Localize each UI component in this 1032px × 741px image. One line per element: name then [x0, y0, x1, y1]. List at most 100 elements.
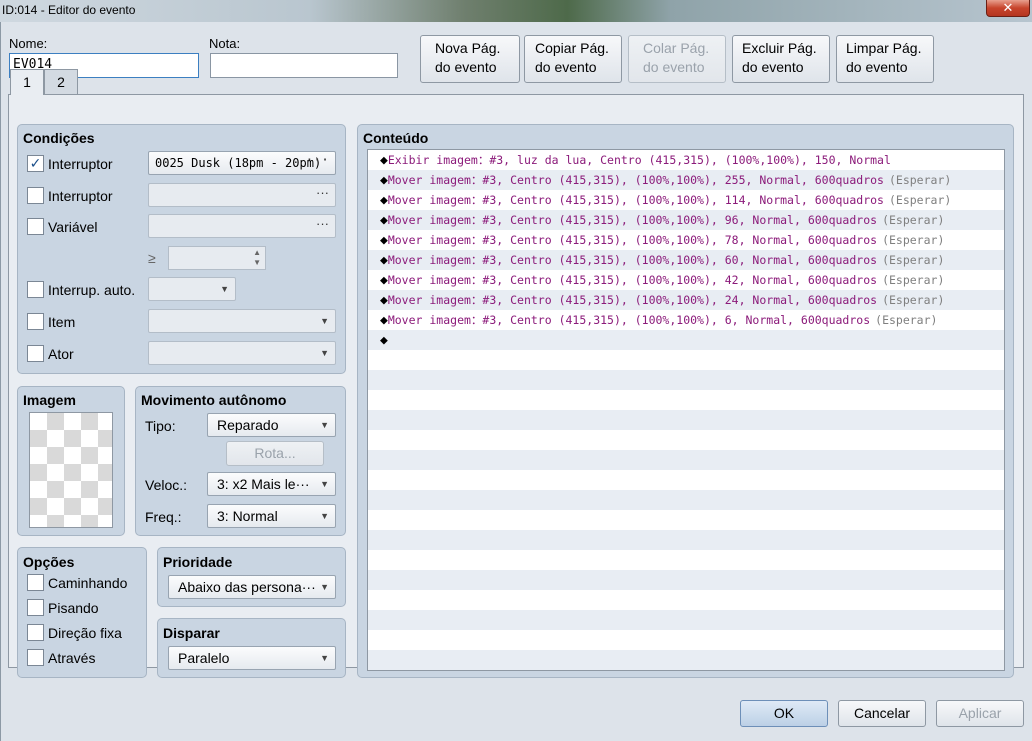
empty-row[interactable]: [368, 570, 1004, 590]
trigger-select[interactable]: Paralelo ▼: [168, 646, 336, 670]
event-command-list[interactable]: ◆Exibir imagem：#3, luz da lua, Centro (4…: [367, 149, 1005, 671]
empty-row[interactable]: [368, 510, 1004, 530]
command-bullet-icon: ◆: [380, 253, 388, 268]
command-bullet-icon: ◆: [380, 313, 388, 328]
priority-title: Prioridade: [163, 554, 233, 570]
tab-page-1[interactable]: 1: [10, 69, 44, 95]
clear-page-button[interactable]: Limpar Pág. do evento: [836, 35, 934, 83]
spin-down-icon[interactable]: ▼: [253, 258, 261, 267]
command-wait-flag: (Esperar): [875, 313, 938, 327]
through-checkbox[interactable]: [27, 649, 44, 666]
stepping-checkbox[interactable]: [27, 599, 44, 616]
command-row[interactable]: ◆Exibir imagem：#3, luz da lua, Centro (4…: [368, 150, 1004, 170]
empty-row[interactable]: [368, 550, 1004, 570]
close-button[interactable]: ✕: [986, 0, 1030, 17]
ok-button[interactable]: OK: [740, 700, 828, 727]
image-title: Imagem: [23, 392, 76, 408]
command-bullet-icon: ◆: [380, 293, 388, 308]
move-speed-label: Veloc.:: [145, 477, 188, 493]
route-button[interactable]: Rota...: [226, 441, 324, 466]
trigger-title: Disparar: [163, 625, 220, 641]
chevron-down-icon: ▼: [320, 348, 329, 358]
move-frequency-label: Freq.:: [145, 509, 182, 525]
command-wait-flag: (Esperar): [882, 293, 945, 307]
command-row[interactable]: ◆Mover imagem：#3, Centro (415,315), (100…: [368, 250, 1004, 270]
options-title: Opções: [23, 554, 75, 570]
empty-row[interactable]: [368, 530, 1004, 550]
empty-row[interactable]: [368, 630, 1004, 650]
command-row[interactable]: ◆Mover imagem：#3, Centro (415,315), (100…: [368, 210, 1004, 230]
empty-row[interactable]: [368, 590, 1004, 610]
tab-page-2[interactable]: 2: [44, 69, 78, 94]
copy-page-button[interactable]: Copiar Pág. do evento: [524, 35, 622, 83]
switch1-checkbox[interactable]: ✓: [27, 155, 44, 172]
command-row[interactable]: ◆Mover imagem：#3, Centro (415,315), (100…: [368, 270, 1004, 290]
cancel-button[interactable]: Cancelar: [838, 700, 926, 727]
direction-fix-checkbox[interactable]: [27, 624, 44, 641]
self-switch-select[interactable]: ▼: [148, 277, 236, 301]
move-type-label: Tipo:: [145, 418, 176, 434]
chevron-down-icon: ▼: [220, 284, 229, 294]
empty-row[interactable]: [368, 610, 1004, 630]
command-text: Mover imagem：#3, Centro (415,315), (100%…: [387, 253, 878, 267]
item-checkbox[interactable]: [27, 313, 44, 330]
chevron-down-icon: ▼: [320, 420, 329, 430]
variable-select[interactable]: ···: [148, 214, 336, 238]
paste-page-button[interactable]: Colar Pág. do evento: [628, 35, 726, 83]
variable-label: Variável: [48, 219, 98, 235]
command-row[interactable]: ◆Mover imagem：#3, Centro (415,315), (100…: [368, 170, 1004, 190]
self-switch-checkbox[interactable]: [27, 281, 44, 298]
new-page-button[interactable]: Nova Pág. do evento: [420, 35, 520, 83]
command-wait-flag: (Esperar): [888, 173, 952, 187]
delete-page-button[interactable]: Excluir Pág. do evento: [732, 35, 830, 83]
walking-checkbox[interactable]: [27, 574, 44, 591]
command-row[interactable]: ◆Mover imagem：#3, Centro (415,315), (100…: [368, 290, 1004, 310]
note-input[interactable]: [210, 53, 398, 78]
ellipsis-icon: ···: [316, 185, 329, 200]
command-text: Exibir imagem：#3, luz da lua, Centro (41…: [387, 153, 891, 167]
empty-row[interactable]: [368, 390, 1004, 410]
chevron-down-icon: ▼: [320, 479, 329, 489]
switch2-select[interactable]: ···: [148, 183, 336, 207]
command-wait-flag: (Esperar): [882, 233, 945, 247]
command-row[interactable]: ◆: [368, 330, 1004, 350]
variable-value-spinner[interactable]: ▲ ▼: [168, 246, 266, 270]
event-graphic-preview[interactable]: [29, 412, 113, 528]
empty-row[interactable]: [368, 430, 1004, 450]
actor-select[interactable]: ▼: [148, 341, 336, 365]
command-text: Mover imagem：#3, Centro (415,315), (100%…: [387, 233, 878, 247]
command-row[interactable]: ◆Mover imagem：#3, Centro (415,315), (100…: [368, 190, 1004, 210]
priority-select[interactable]: Abaixo das persona··· ▼: [168, 575, 336, 599]
empty-row[interactable]: [368, 650, 1004, 670]
switch2-label: Interruptor: [48, 188, 113, 204]
switch1-label: Interruptor: [48, 156, 113, 172]
switch1-select[interactable]: 0025 Dusk (18pm - 20pm) ···: [148, 151, 336, 175]
actor-checkbox[interactable]: [27, 345, 44, 362]
apply-button[interactable]: Aplicar: [936, 700, 1024, 727]
command-row[interactable]: ◆Mover imagem：#3, Centro (415,315), (100…: [368, 230, 1004, 250]
command-text: Mover imagem：#3, Centro (415,315), (100%…: [387, 213, 878, 227]
empty-row[interactable]: [368, 450, 1004, 470]
command-row[interactable]: ◆Mover imagem：#3, Centro (415,315), (100…: [368, 310, 1004, 330]
ellipsis-icon: ···: [316, 216, 329, 231]
item-select[interactable]: ▼: [148, 309, 336, 333]
walking-label: Caminhando: [48, 575, 128, 591]
move-type-select[interactable]: Reparado ▼: [207, 413, 336, 437]
move-speed-select[interactable]: 3: x2 Mais le··· ▼: [207, 472, 336, 496]
spin-up-icon[interactable]: ▲: [253, 248, 261, 257]
empty-row[interactable]: [368, 490, 1004, 510]
command-text: Mover imagem：#3, Centro (415,315), (100%…: [387, 173, 884, 187]
empty-row[interactable]: [368, 410, 1004, 430]
stepping-label: Pisando: [48, 600, 99, 616]
empty-row[interactable]: [368, 350, 1004, 370]
variable-checkbox[interactable]: [27, 218, 44, 235]
command-wait-flag: (Esperar): [888, 193, 952, 207]
move-frequency-select[interactable]: 3: Normal ▼: [207, 504, 336, 528]
command-bullet-icon: ◆: [380, 173, 388, 188]
switch2-checkbox[interactable]: [27, 187, 44, 204]
empty-row[interactable]: [368, 470, 1004, 490]
command-text: Mover imagem：#3, Centro (415,315), (100%…: [387, 273, 878, 287]
command-bullet-icon: ◆: [380, 153, 388, 168]
empty-row[interactable]: [368, 370, 1004, 390]
command-text: Mover imagem：#3, Centro (415,315), (100%…: [387, 193, 884, 207]
